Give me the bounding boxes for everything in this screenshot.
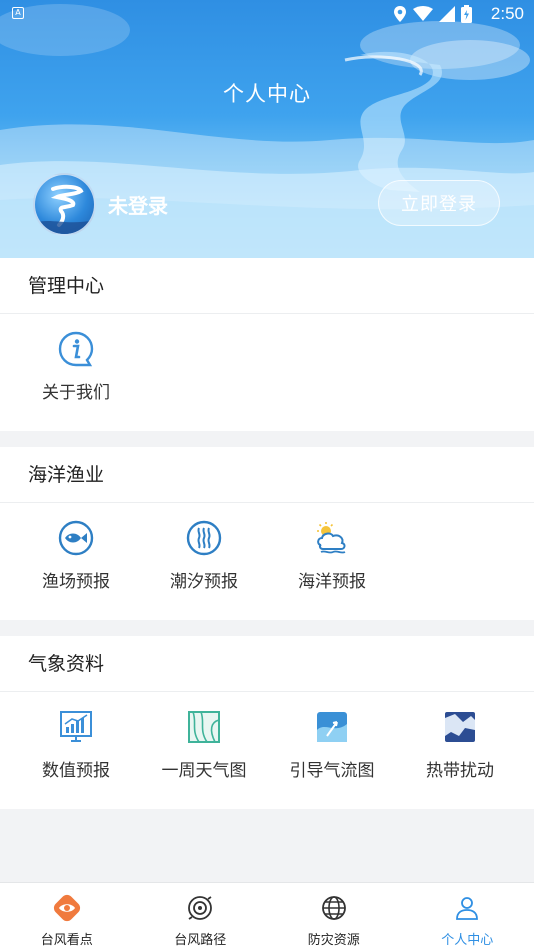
login-button[interactable]: 立即登录 [378, 180, 500, 226]
user-icon [456, 897, 479, 920]
section-title: 管理中心 [0, 258, 534, 314]
menu-item-tide-forecast[interactable]: 潮汐预报 [137, 503, 271, 620]
nav-tab-profile[interactable]: 个人中心 [401, 883, 534, 950]
page-title: 个人中心 [223, 82, 311, 106]
tide-icon [186, 520, 222, 556]
section-grid: 数值预报 一周天气图 引导气流图 热带扰动 [0, 692, 534, 809]
battery-icon [461, 5, 472, 23]
notification-badge: A [12, 7, 24, 19]
nav-label: 防灾资源 [307, 933, 360, 948]
section-management: 管理中心 关于我们 [0, 258, 534, 431]
menu-item-fishing-forecast[interactable]: 渔场预报 [9, 503, 143, 620]
menu-item-label: 关于我们 [42, 383, 110, 403]
menu-item-label: 一周天气图 [161, 761, 247, 781]
chart-icon [60, 711, 92, 742]
nav-label: 个人中心 [441, 933, 494, 948]
menu-item-about-us[interactable]: 关于我们 [9, 314, 143, 431]
menu-item-label: 海洋预报 [298, 572, 366, 592]
location-icon [394, 6, 406, 22]
typhoon-eye-icon [53, 894, 80, 922]
status-bar: A 2:50 [0, 0, 534, 28]
signal-icon [439, 6, 455, 22]
menu-item-ocean-forecast[interactable]: 海洋预报 [265, 503, 399, 620]
globe-icon [321, 896, 346, 920]
profile-header: A 2:50 个人中心 未登录 立即登录 [0, 0, 534, 258]
menu-item-numerical-forecast[interactable]: 数值预报 [9, 692, 143, 809]
section-title: 海洋渔业 [0, 447, 534, 503]
login-status: 未登录 [108, 194, 168, 218]
section-grid: 关于我们 [0, 314, 534, 431]
menu-item-weekly-weather-map[interactable]: 一周天气图 [137, 692, 271, 809]
status-icons [393, 5, 472, 23]
nav-tab-disaster-resources[interactable]: 防灾资源 [267, 883, 401, 950]
menu-item-label: 引导气流图 [289, 761, 375, 781]
nav-tab-typhoon-highlights[interactable]: 台风看点 [0, 883, 134, 950]
nav-tab-typhoon-path[interactable]: 台风路径 [134, 883, 268, 950]
nav-label: 台风看点 [40, 933, 93, 948]
section-grid: 渔场预报 潮汐预报 海洋预报 [0, 503, 534, 620]
menu-item-label: 潮汐预报 [170, 572, 238, 592]
section-title: 气象资料 [0, 636, 534, 692]
typhoon-path-icon [188, 896, 213, 920]
tropical-disturbance-icon [445, 712, 475, 742]
menu-item-tropical-disturbance[interactable]: 热带扰动 [393, 692, 527, 809]
info-icon [58, 331, 94, 367]
section-ocean-fishery: 海洋渔业 渔场预报 潮汐预报 海洋预报 [0, 447, 534, 620]
menu-item-label: 热带扰动 [426, 761, 494, 781]
menu-item-steering-flow-map[interactable]: 引导气流图 [265, 692, 399, 809]
menu-item-label: 渔场预报 [42, 572, 110, 592]
section-meteorological-data: 气象资料 数值预报 一周天气图 引导气流图 热带扰动 [0, 636, 534, 809]
airflow-map-icon [317, 712, 347, 742]
wifi-icon [413, 6, 433, 21]
fish-icon [58, 520, 94, 556]
ocean-weather-icon [317, 522, 346, 554]
avatar[interactable] [33, 173, 96, 236]
weather-map-icon [188, 711, 220, 743]
menu-item-label: 数值预报 [42, 761, 110, 781]
status-time: 2:50 [490, 4, 524, 23]
bottom-navigation: 台风看点 台风路径 防灾资源 个人中心 [0, 882, 534, 950]
nav-label: 台风路径 [174, 933, 227, 948]
